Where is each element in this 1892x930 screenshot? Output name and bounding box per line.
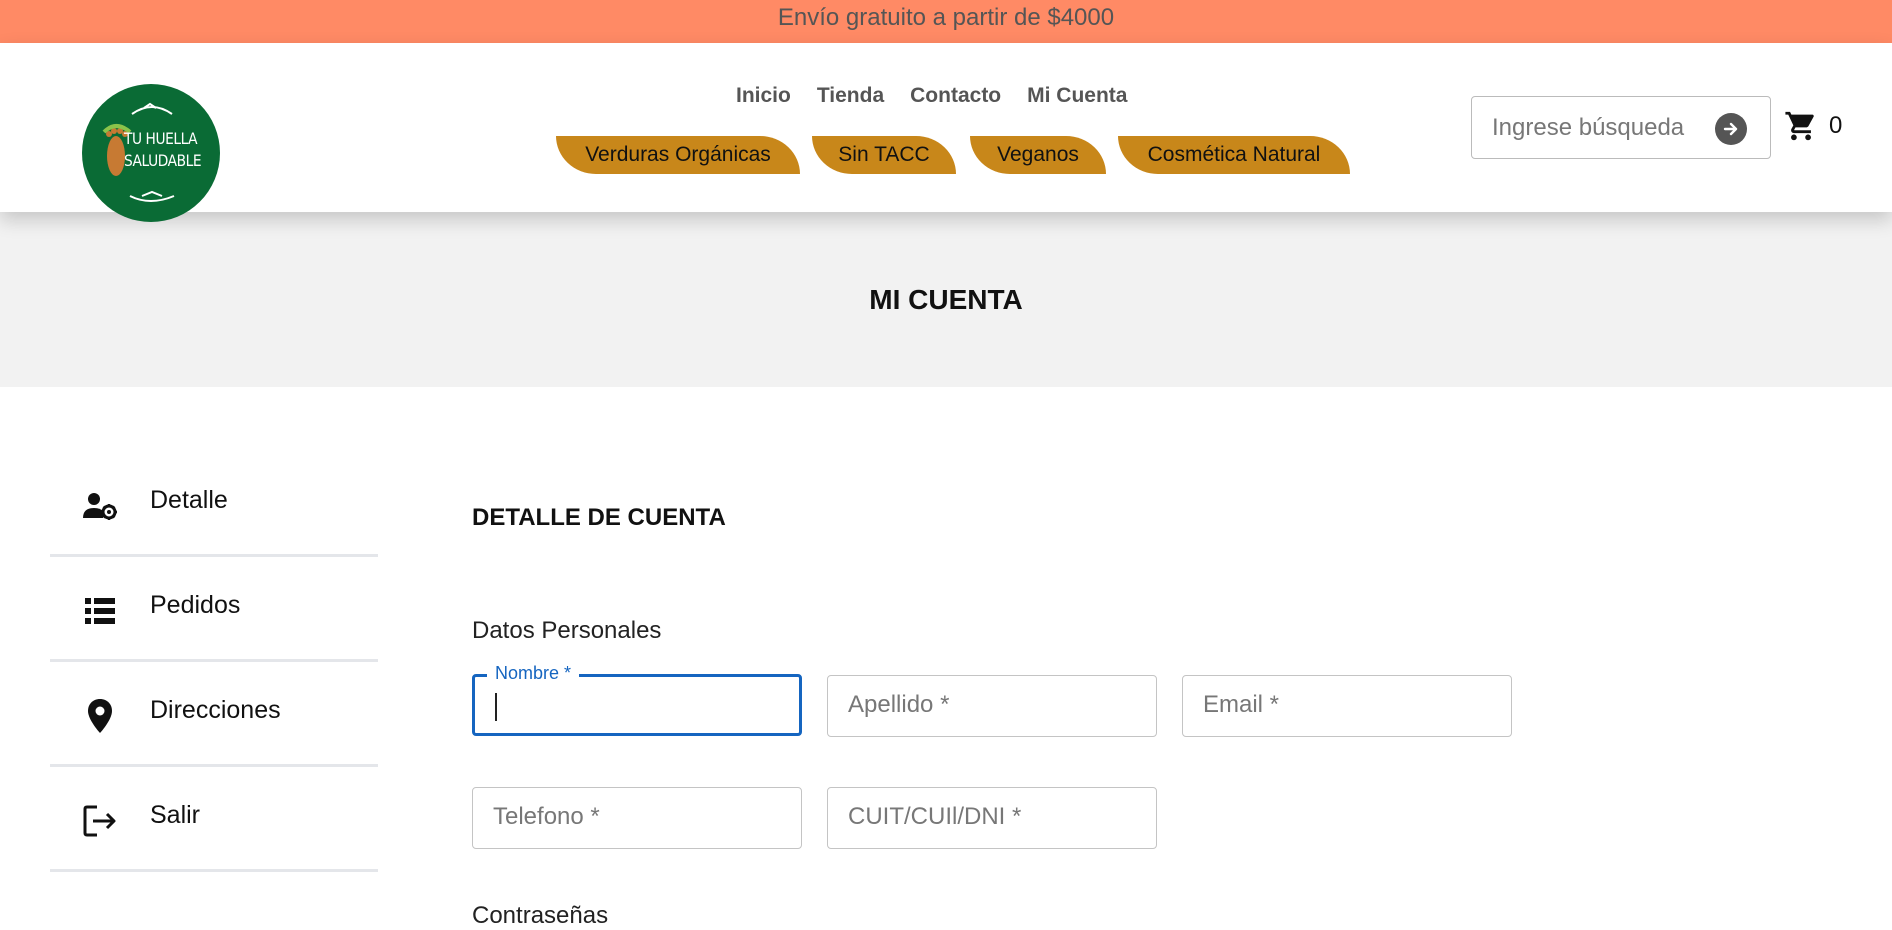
search-box (1471, 96, 1771, 159)
sidebar-item-label: Detalle (150, 486, 228, 514)
account-sidebar: Detalle Pedidos Direcciones Salir (50, 452, 378, 872)
nav-contacto[interactable]: Contacto (910, 84, 1001, 108)
personal-data-heading: Datos Personales (472, 617, 662, 644)
sidebar-item-salir[interactable]: Salir (50, 767, 378, 872)
nav-mi-cuenta[interactable]: Mi Cuenta (1027, 84, 1127, 108)
cart-button[interactable]: 0 (1783, 109, 1842, 143)
promo-text: Envío gratuito a partir de $4000 (777, 4, 1115, 31)
user-gear-icon (82, 488, 118, 524)
text-caret (495, 693, 497, 721)
category-verduras-organicas[interactable]: Verduras Orgánicas (556, 136, 800, 174)
main-nav: Inicio Tienda Contacto Mi Cuenta (736, 84, 1127, 108)
promo-banner: Envío gratuito a partir de $4000 (0, 0, 1892, 43)
sidebar-item-direcciones[interactable]: Direcciones (50, 662, 378, 767)
logo-line-2: SALUDABLE (124, 151, 202, 170)
passwords-heading: Contraseñas (472, 902, 609, 929)
apellido-field[interactable] (827, 675, 1157, 737)
cart-count: 0 (1829, 112, 1843, 139)
shopping-cart-icon (1785, 111, 1814, 141)
nombre-field[interactable]: Nombre * (472, 663, 802, 736)
sidebar-item-label: Direcciones (150, 696, 281, 724)
sidebar-item-pedidos[interactable]: Pedidos (50, 557, 378, 662)
cuit-field[interactable] (827, 787, 1157, 849)
sidebar-item-label: Pedidos (150, 591, 241, 619)
nav-inicio[interactable]: Inicio (736, 84, 791, 108)
arrow-right-icon (1723, 122, 1738, 136)
telefono-field[interactable] (472, 787, 802, 849)
location-pin-icon (82, 698, 118, 734)
logo-line-1: TU HUELLA (124, 129, 198, 148)
site-logo[interactable]: TU HUELLA SALUDABLE (82, 84, 220, 222)
site-header: TU HUELLA SALUDABLE Inicio Tienda Contac… (0, 43, 1892, 222)
category-sin-tacc[interactable]: Sin TACC (812, 136, 956, 174)
page-title: MI CUENTA (869, 284, 1023, 315)
sidebar-item-label: Salir (150, 801, 201, 829)
email-field[interactable] (1182, 675, 1512, 737)
search-submit-button[interactable] (1715, 113, 1747, 145)
cuit-input[interactable] (848, 803, 1138, 831)
email-input[interactable] (1203, 691, 1493, 719)
telefono-input[interactable] (493, 803, 783, 831)
list-icon (82, 593, 118, 629)
apellido-input[interactable] (848, 691, 1138, 719)
category-cosmetica-natural[interactable]: Cosmética Natural (1118, 136, 1350, 174)
nombre-label: Nombre * (487, 663, 580, 684)
logo-text: TU HUELLA SALUDABLE (124, 128, 202, 172)
logout-icon (82, 803, 118, 839)
search-input[interactable] (1492, 114, 1712, 142)
nav-tienda[interactable]: Tienda (817, 84, 884, 108)
account-detail-title: DETALLE DE CUENTA (472, 504, 726, 531)
sidebar-item-detalle[interactable]: Detalle (50, 452, 378, 557)
page-hero: MI CUENTA (0, 212, 1892, 387)
category-veganos[interactable]: Veganos (970, 136, 1106, 174)
